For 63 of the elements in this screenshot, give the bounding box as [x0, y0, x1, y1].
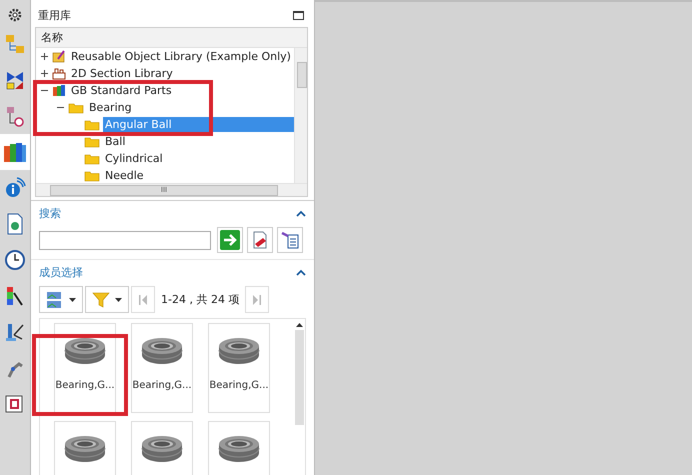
- settings-icon: [7, 7, 23, 23]
- part-card[interactable]: Bearing,G...: [54, 323, 116, 413]
- tree-item[interactable]: Reusable Object Library (Example Only): [69, 49, 293, 64]
- folder-icon: [84, 152, 100, 164]
- scroll-up-icon: [296, 323, 302, 327]
- expand-toggle[interactable]: [41, 53, 48, 60]
- clock-icon: [4, 249, 26, 271]
- tree-item[interactable]: Bearing: [87, 100, 134, 115]
- navigator-icon: [4, 105, 26, 127]
- tree-item[interactable]: GB Standard Parts: [69, 83, 174, 98]
- part-name: Bearing,G...: [55, 380, 115, 391]
- last-page-icon: [253, 294, 262, 304]
- list-button[interactable]: [277, 227, 303, 253]
- bearing-icon: [62, 336, 108, 366]
- bearing-icon: [216, 336, 262, 366]
- tool-tab[interactable]: [0, 134, 30, 170]
- panel-title: 重用库: [38, 8, 71, 23]
- filter-icon: [92, 290, 110, 308]
- go-button[interactable]: [217, 227, 243, 253]
- folder-icon: [68, 102, 84, 114]
- list-icon: [280, 230, 300, 250]
- tree-item[interactable]: Needle: [103, 168, 146, 183]
- bearing-icon: [139, 434, 185, 464]
- section-title: 成员选择: [39, 265, 83, 280]
- scrollbar[interactable]: [294, 48, 307, 183]
- assembly-icon: [4, 33, 26, 55]
- part-name: Bearing,G...: [209, 380, 269, 391]
- first-page-icon: [139, 294, 147, 304]
- library-icon: [52, 50, 66, 63]
- view-dropdown[interactable]: [39, 286, 83, 313]
- tree-item[interactable]: 2D Section Library: [69, 66, 175, 81]
- caret-icon: [115, 298, 122, 302]
- search-field[interactable]: [39, 230, 211, 250]
- constraint-icon: [4, 69, 26, 91]
- image-view-icon: [46, 290, 62, 308]
- section-title: 搜索: [39, 206, 61, 221]
- maximize-button[interactable]: [293, 11, 304, 20]
- part-card[interactable]: Bearing,G...: [131, 323, 193, 413]
- motion-icon: [4, 321, 26, 343]
- caret-icon: [68, 298, 76, 302]
- bearing-icon: [216, 434, 262, 464]
- tree-item[interactable]: Cylindrical: [103, 151, 165, 166]
- section-icon: [52, 67, 66, 80]
- bearing-icon: [139, 336, 185, 366]
- books-icon: [52, 84, 66, 97]
- column-header: 名称: [36, 28, 307, 48]
- folder-icon: [84, 118, 100, 130]
- tree-item[interactable]: Ball: [103, 134, 128, 149]
- expand-toggle[interactable]: [41, 70, 48, 77]
- collapse-icon[interactable]: [296, 269, 306, 276]
- folder-icon: [84, 136, 100, 148]
- part-name: Bearing,G...: [132, 380, 192, 391]
- page-range: 1-24 , 共 24 项: [161, 292, 240, 307]
- books-icon: [3, 141, 27, 163]
- arrow-right-icon: [220, 230, 240, 250]
- part-card[interactable]: Bearing,G...: [208, 323, 270, 413]
- expand-toggle[interactable]: [57, 104, 64, 111]
- document-icon: [5, 213, 25, 235]
- bearing-icon: [62, 434, 108, 464]
- expand-toggle[interactable]: [41, 87, 48, 94]
- info-icon: [4, 177, 26, 199]
- eraser-button[interactable]: [247, 227, 273, 253]
- collapse-icon[interactable]: [296, 210, 306, 217]
